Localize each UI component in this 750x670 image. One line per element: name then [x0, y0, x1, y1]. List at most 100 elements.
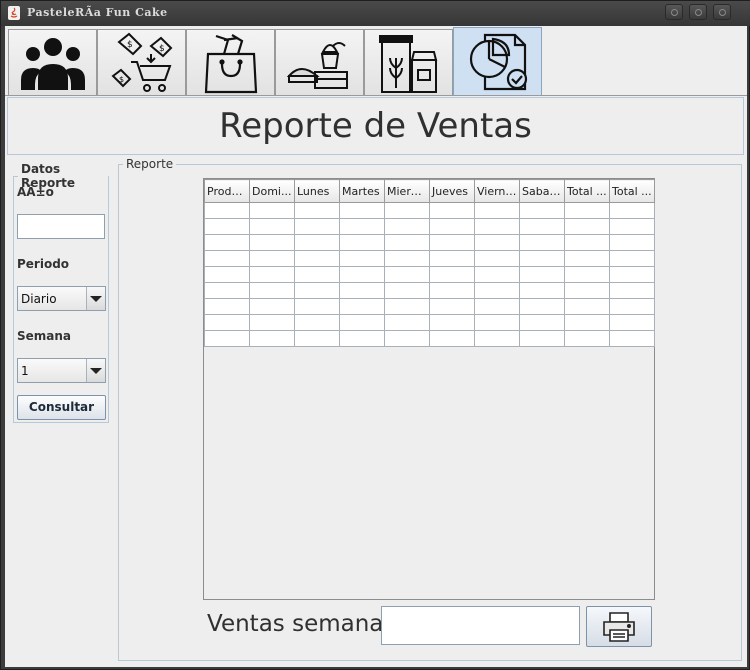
table-cell[interactable] — [339, 314, 385, 331]
table-cell[interactable] — [294, 250, 340, 267]
table-cell[interactable] — [384, 282, 430, 299]
table-cell[interactable] — [564, 202, 610, 219]
column-header[interactable]: Lunes — [294, 179, 340, 203]
table-cell[interactable] — [339, 298, 385, 315]
table-cell[interactable] — [519, 250, 565, 267]
table-cell[interactable] — [204, 330, 250, 347]
table-cell[interactable] — [294, 218, 340, 235]
table-cell[interactable] — [609, 282, 655, 299]
tab-ventas[interactable]: $ $ $ — [97, 29, 186, 95]
table-cell[interactable] — [249, 330, 295, 347]
table-cell[interactable] — [429, 314, 475, 331]
tab-clientes[interactable] — [8, 29, 97, 95]
table-cell[interactable] — [564, 282, 610, 299]
table-cell[interactable] — [474, 330, 520, 347]
table-cell[interactable] — [339, 234, 385, 251]
table-cell[interactable] — [384, 250, 430, 267]
table-cell[interactable] — [294, 266, 340, 283]
table-row[interactable] — [204, 330, 655, 347]
table-cell[interactable] — [294, 298, 340, 315]
column-header[interactable]: Domi... — [249, 179, 295, 203]
tab-reportes[interactable] — [453, 27, 542, 95]
table-cell[interactable] — [339, 218, 385, 235]
table-cell[interactable] — [519, 218, 565, 235]
table-cell[interactable] — [564, 314, 610, 331]
table-cell[interactable] — [609, 202, 655, 219]
table-cell[interactable] — [474, 298, 520, 315]
table-cell[interactable] — [474, 218, 520, 235]
table-cell[interactable] — [204, 234, 250, 251]
table-cell[interactable] — [564, 250, 610, 267]
ventas-semanal-field[interactable] — [381, 606, 580, 645]
table-cell[interactable] — [609, 330, 655, 347]
table-cell[interactable] — [474, 282, 520, 299]
table-cell[interactable] — [519, 314, 565, 331]
column-header[interactable]: Sabado — [519, 179, 565, 203]
table-cell[interactable] — [429, 234, 475, 251]
column-header[interactable]: Total ... — [564, 179, 610, 203]
table-cell[interactable] — [429, 282, 475, 299]
table-cell[interactable] — [339, 202, 385, 219]
consultar-button[interactable]: Consultar — [17, 395, 106, 420]
table-cell[interactable] — [339, 266, 385, 283]
table-cell[interactable] — [204, 298, 250, 315]
table-cell[interactable] — [339, 330, 385, 347]
table-cell[interactable] — [564, 330, 610, 347]
table-cell[interactable] — [609, 298, 655, 315]
table-row[interactable] — [204, 202, 655, 219]
table-cell[interactable] — [519, 330, 565, 347]
table-cell[interactable] — [564, 234, 610, 251]
maximize-button[interactable] — [689, 4, 707, 20]
table-cell[interactable] — [609, 314, 655, 331]
table-cell[interactable] — [204, 266, 250, 283]
chevron-down-icon[interactable] — [86, 287, 105, 310]
tab-compras[interactable] — [186, 29, 275, 95]
table-cell[interactable] — [519, 298, 565, 315]
table-cell[interactable] — [519, 234, 565, 251]
anio-field[interactable] — [17, 214, 105, 239]
table-cell[interactable] — [429, 330, 475, 347]
title-bar[interactable]: PasteleRÃ­a Fun Cake — [1, 1, 750, 26]
table-cell[interactable] — [249, 282, 295, 299]
table-cell[interactable] — [249, 314, 295, 331]
close-button[interactable] — [713, 4, 731, 20]
table-cell[interactable] — [384, 218, 430, 235]
table-cell[interactable] — [564, 218, 610, 235]
table-cell[interactable] — [384, 314, 430, 331]
table-cell[interactable] — [339, 250, 385, 267]
column-header[interactable]: Mierc... — [384, 179, 430, 203]
table-cell[interactable] — [474, 234, 520, 251]
table-row[interactable] — [204, 282, 655, 299]
table-cell[interactable] — [609, 218, 655, 235]
table-cell[interactable] — [564, 266, 610, 283]
table-cell[interactable] — [204, 282, 250, 299]
table-cell[interactable] — [429, 266, 475, 283]
table-cell[interactable] — [609, 234, 655, 251]
table-cell[interactable] — [384, 298, 430, 315]
table-cell[interactable] — [384, 234, 430, 251]
table-cell[interactable] — [249, 250, 295, 267]
table-cell[interactable] — [384, 330, 430, 347]
table-cell[interactable] — [204, 314, 250, 331]
table-cell[interactable] — [384, 202, 430, 219]
tab-productos[interactable] — [275, 29, 364, 95]
table-cell[interactable] — [474, 314, 520, 331]
table-cell[interactable] — [249, 234, 295, 251]
table-cell[interactable] — [429, 202, 475, 219]
table-cell[interactable] — [294, 314, 340, 331]
table-cell[interactable] — [294, 330, 340, 347]
table-cell[interactable] — [204, 202, 250, 219]
column-header[interactable]: Viernes — [474, 179, 520, 203]
tab-insumos[interactable] — [364, 29, 453, 95]
table-cell[interactable] — [609, 266, 655, 283]
table-row[interactable] — [204, 234, 655, 251]
table-cell[interactable] — [249, 298, 295, 315]
table-cell[interactable] — [474, 266, 520, 283]
table-cell[interactable] — [429, 218, 475, 235]
table-cell[interactable] — [519, 266, 565, 283]
table-row[interactable] — [204, 218, 655, 235]
table-row[interactable] — [204, 314, 655, 331]
table-cell[interactable] — [249, 266, 295, 283]
table-cell[interactable] — [519, 202, 565, 219]
table-cell[interactable] — [474, 202, 520, 219]
